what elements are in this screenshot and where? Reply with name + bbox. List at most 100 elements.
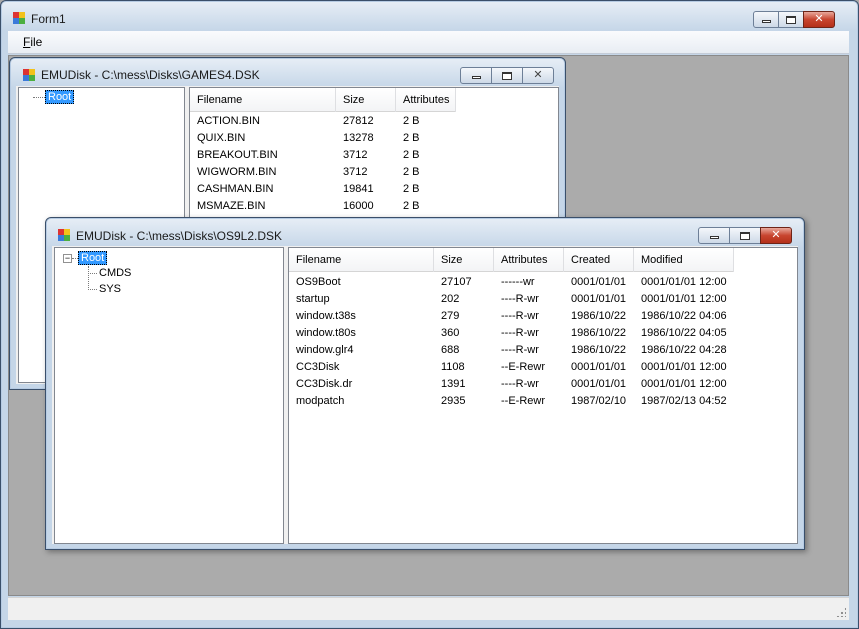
maximize-icon bbox=[740, 231, 750, 240]
list-cell: 19841 bbox=[343, 183, 374, 195]
list-item[interactable]: OS9Boot 27107 ------wr 0001/01/01 0001/01/01… bbox=[289, 274, 734, 291]
list-cell: 1987/02/10 bbox=[571, 395, 627, 407]
tree-line bbox=[88, 289, 97, 290]
child2-title: EMUDisk - C:\mess\Disks\OS9L2.DSK bbox=[76, 229, 283, 243]
list-cell: 688 bbox=[441, 344, 460, 356]
column-header-size[interactable]: Size bbox=[434, 248, 494, 272]
list-cell: CC3Disk bbox=[296, 361, 340, 373]
list-cell: --E-Rewr bbox=[501, 361, 545, 373]
list-item[interactable]: CC3Disk 1108 --E-Rewr 0001/01/01 0001/01/01 … bbox=[289, 359, 734, 376]
list-cell: ACTION.BIN bbox=[197, 115, 260, 127]
child1-maximize-button[interactable] bbox=[491, 67, 523, 84]
list-cell: 16000 bbox=[343, 200, 374, 212]
list-cell: 279 bbox=[441, 310, 460, 322]
list-cell: 1391 bbox=[441, 378, 466, 390]
child1-close-button[interactable]: ✕ bbox=[522, 67, 554, 84]
list-item[interactable]: MSMAZE.BIN 16000 2 B bbox=[190, 198, 456, 215]
form1-caption-buttons: ✕ bbox=[753, 11, 835, 28]
collapse-icon[interactable]: − bbox=[63, 254, 72, 263]
list-item[interactable]: BREAKOUT.BIN 3712 2 B bbox=[190, 147, 456, 164]
close-icon: ✕ bbox=[533, 69, 543, 81]
list-cell: startup bbox=[296, 293, 330, 305]
list-item[interactable]: window.t80s 360 ----R-wr 1986/10/22 1986/10/… bbox=[289, 325, 734, 342]
tree-line bbox=[88, 266, 89, 290]
list-cell: window.t38s bbox=[296, 310, 356, 322]
list-cell: 3712 bbox=[343, 166, 368, 178]
child2-titlebar[interactable]: EMUDisk - C:\mess\Disks\OS9L2.DSK ✕ bbox=[46, 218, 804, 246]
list-item[interactable]: window.glr4 688 ----R-wr 1986/10/22 1986/10/… bbox=[289, 342, 734, 359]
menu-file[interactable]: File bbox=[23, 35, 42, 49]
list-cell: OS9Boot bbox=[296, 276, 341, 288]
child2-minimize-button[interactable] bbox=[698, 227, 730, 244]
form1-title: Form1 bbox=[31, 12, 66, 26]
tree-node-root[interactable]: Root bbox=[78, 251, 108, 265]
list-cell: 0001/01/01 12:00 bbox=[641, 361, 727, 373]
close-button[interactable]: ✕ bbox=[803, 11, 835, 28]
list-cell: window.t80s bbox=[296, 327, 356, 339]
child2-maximize-button[interactable] bbox=[729, 227, 761, 244]
child2-file-list[interactable]: Filename Size Attributes Created Modifie… bbox=[288, 247, 798, 544]
form1-titlebar[interactable]: Form1 ✕ bbox=[1, 1, 858, 31]
tree-line bbox=[88, 273, 97, 274]
list-cell: 2 B bbox=[403, 132, 420, 144]
list-cell: 0001/01/01 bbox=[571, 293, 627, 305]
column-header-attributes[interactable]: Attributes bbox=[494, 248, 564, 272]
child1-titlebar[interactable]: EMUDisk - C:\mess\Disks\GAMES4.DSK ✕ bbox=[10, 58, 565, 86]
minimize-icon bbox=[709, 236, 719, 239]
child2-caption-buttons: ✕ bbox=[698, 227, 792, 244]
column-header-attributes[interactable]: Attributes bbox=[396, 88, 456, 112]
list-cell: 0001/01/01 bbox=[571, 361, 627, 373]
tree-node-sys[interactable]: SYS bbox=[97, 282, 123, 296]
child1-minimize-button[interactable] bbox=[460, 67, 492, 84]
list-item[interactable]: startup 202 ----R-wr 0001/01/01 0001/01/01 1… bbox=[289, 291, 734, 308]
list-cell: CC3Disk.dr bbox=[296, 378, 353, 390]
list-cell: 2 B bbox=[403, 149, 420, 161]
tree-node-cmds[interactable]: CMDS bbox=[97, 266, 133, 280]
list-item[interactable]: window.t38s 279 ----R-wr 1986/10/22 1986/10/… bbox=[289, 308, 734, 325]
minimize-button[interactable] bbox=[753, 11, 779, 28]
list-cell: 1986/10/22 bbox=[571, 327, 627, 339]
column-header-filename[interactable]: Filename bbox=[289, 248, 434, 272]
column-header-size[interactable]: Size bbox=[336, 88, 396, 112]
column-header-created[interactable]: Created bbox=[564, 248, 634, 272]
list-cell: window.glr4 bbox=[296, 344, 354, 356]
list-cell: QUIX.BIN bbox=[197, 132, 246, 144]
list-cell: 3712 bbox=[343, 149, 368, 161]
list-cell: 2 B bbox=[403, 115, 420, 127]
list-header: Filename Size Attributes bbox=[190, 88, 456, 112]
maximize-icon bbox=[502, 71, 512, 80]
list-item[interactable]: modpatch 2935 --E-Rewr 1987/02/10 1987/02/13… bbox=[289, 393, 734, 410]
list-item[interactable]: CASHMAN.BIN 19841 2 B bbox=[190, 181, 456, 198]
list-cell: 2 B bbox=[403, 200, 420, 212]
column-header-modified[interactable]: Modified bbox=[634, 248, 734, 272]
list-cell: 2 B bbox=[403, 183, 420, 195]
list-cell: ----R-wr bbox=[501, 327, 539, 339]
tree-node-root[interactable]: Root bbox=[45, 90, 75, 104]
child2-tree-view[interactable]: − Root CMDS SYS bbox=[54, 247, 284, 544]
maximize-button[interactable] bbox=[778, 11, 804, 28]
tree-line bbox=[33, 97, 45, 98]
status-bar bbox=[8, 597, 849, 620]
list-cell: 1986/10/22 bbox=[571, 310, 627, 322]
menu-bar: File bbox=[8, 31, 849, 54]
list-item[interactable]: QUIX.BIN 13278 2 B bbox=[190, 130, 456, 147]
list-header: Filename Size Attributes Created Modifie… bbox=[289, 248, 734, 272]
close-icon: ✕ bbox=[771, 229, 781, 241]
list-cell: ----R-wr bbox=[501, 310, 539, 322]
minimize-icon bbox=[471, 76, 481, 79]
list-cell: 0001/01/01 12:00 bbox=[641, 293, 727, 305]
child2-close-button[interactable]: ✕ bbox=[760, 227, 792, 244]
list-cell: 2935 bbox=[441, 395, 466, 407]
list-cell: 13278 bbox=[343, 132, 374, 144]
app-icon bbox=[23, 69, 35, 81]
list-item[interactable]: CC3Disk.dr 1391 ----R-wr 0001/01/01 0001/01/… bbox=[289, 376, 734, 393]
list-cell: ----R-wr bbox=[501, 378, 539, 390]
list-cell: 1986/10/22 04:05 bbox=[641, 327, 727, 339]
list-item[interactable]: ACTION.BIN 27812 2 B bbox=[190, 113, 456, 130]
size-grip-icon[interactable] bbox=[836, 607, 846, 617]
list-item[interactable]: WIGWORM.BIN 3712 2 B bbox=[190, 164, 456, 181]
list-cell: 27812 bbox=[343, 115, 374, 127]
column-header-filename[interactable]: Filename bbox=[190, 88, 336, 112]
list-cell: 0001/01/01 12:00 bbox=[641, 378, 727, 390]
list-cell: 1986/10/22 bbox=[571, 344, 627, 356]
